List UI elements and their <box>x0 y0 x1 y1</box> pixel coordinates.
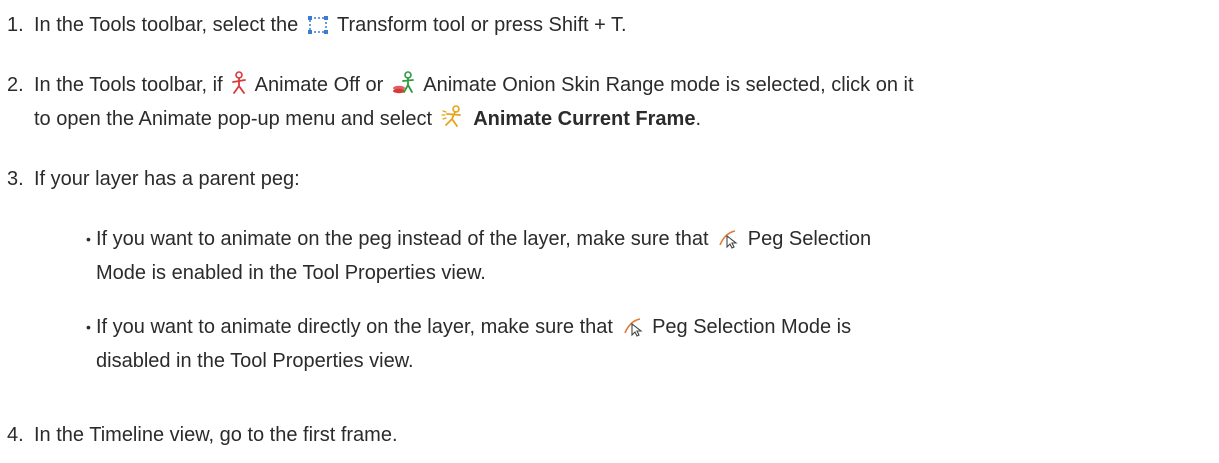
animate-current-frame-icon <box>441 105 461 127</box>
step-text-part: Transform tool or press Shift + T. <box>337 14 627 36</box>
step-text-part: . <box>695 108 702 130</box>
bullet-text-part: Mode is enabled in the Tool Properties v… <box>96 262 486 284</box>
step-text-part: Animate Off or <box>254 74 384 96</box>
bullet-text-part: If you want to animate on the peg instea… <box>96 228 709 250</box>
step-text: If your layer has a parent peg: <box>34 168 300 190</box>
step-text-part: In the Tools toolbar, if <box>34 74 223 96</box>
step-text-part: Animate Onion Skin Range mode is selecte… <box>423 74 914 96</box>
animate-current-frame-label: Animate Current Frame <box>473 108 696 130</box>
step-text: In the Tools toolbar, select the Transfo… <box>34 8 1189 42</box>
bullet-text: If you want to animate on the peg instea… <box>96 222 1159 290</box>
bullet-dot: • <box>86 231 91 247</box>
bullet-dot: • <box>86 319 91 335</box>
step-text-part: In the Tools toolbar, select the <box>34 14 299 36</box>
transform-tool-icon <box>307 16 328 34</box>
step-number: 3. <box>7 168 24 190</box>
step-text-part: to open the Animate pop-up menu and sele… <box>34 108 433 130</box>
step-number: 2. <box>7 74 24 96</box>
animate-off-icon <box>232 71 247 94</box>
animate-onion-skin-range-icon <box>392 71 414 94</box>
bullet-text-part: disabled in the Tool Properties view. <box>96 350 414 372</box>
step-text: In the Tools toolbar, if Animate Off or … <box>34 68 1189 136</box>
step-text: In the Timeline view, go to the first fr… <box>34 424 398 446</box>
bullet-text-part: Peg Selection Mode is <box>652 316 852 338</box>
bullet-text-part: If you want to animate directly on the l… <box>96 316 613 338</box>
step-number: 4. <box>7 424 24 446</box>
peg-selection-mode-icon <box>623 318 643 337</box>
document-page: 1. In the Tools toolbar, select the Tran… <box>0 0 1219 463</box>
bullet-text: If you want to animate directly on the l… <box>96 310 1159 378</box>
bullet-text-part: Peg Selection <box>747 228 872 250</box>
peg-selection-mode-icon <box>719 230 738 249</box>
step-number: 1. <box>7 14 24 36</box>
